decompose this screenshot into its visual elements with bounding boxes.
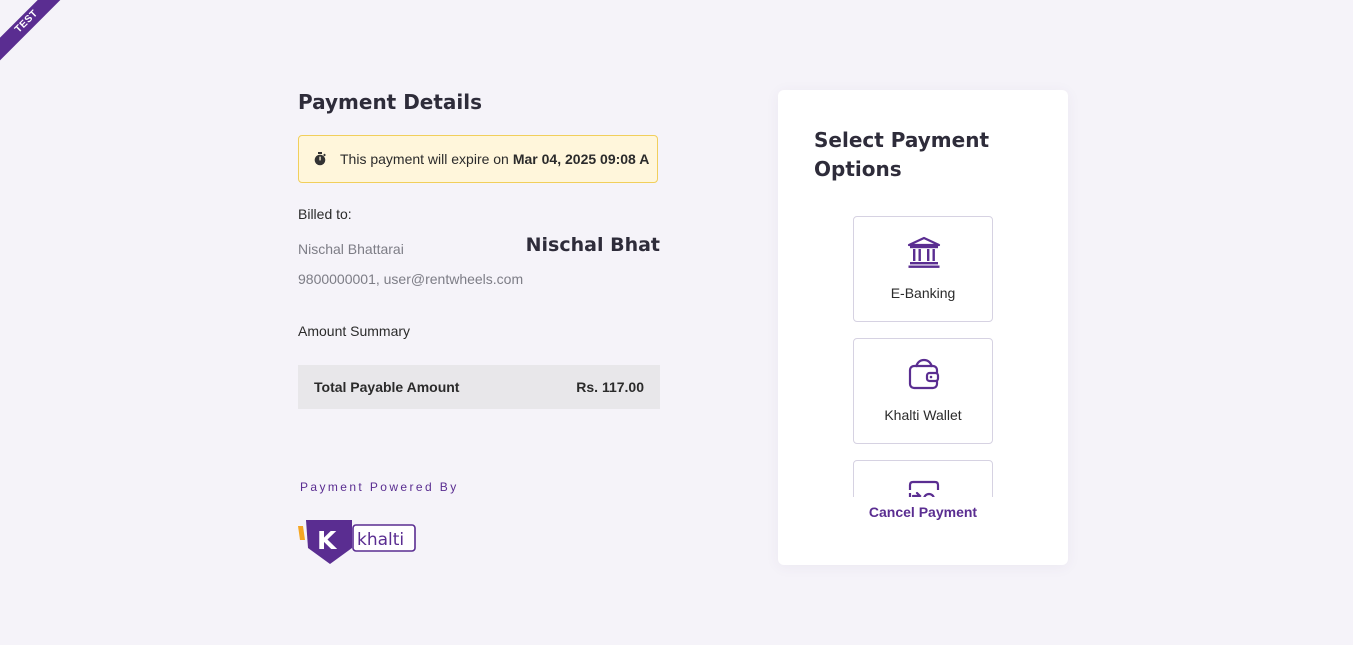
khalti-logo: K khalti — [298, 518, 418, 571]
payment-details-title: Payment Details — [298, 90, 483, 114]
payment-options-list[interactable]: E-Banking Khalti Wallet — [853, 216, 993, 497]
powered-by-label: Payment Powered By — [300, 480, 459, 494]
payment-page: TEST Payment Details This payment will e… — [0, 0, 1353, 645]
billed-to-label: Billed to: — [298, 206, 352, 222]
test-ribbon: TEST — [0, 0, 80, 80]
stopwatch-icon — [313, 152, 327, 166]
payment-options-card: Select Payment Options E-Banking Khalti … — [778, 90, 1068, 565]
test-ribbon-label: TEST — [0, 0, 72, 67]
wallet-icon — [907, 357, 941, 391]
bank-icon — [907, 235, 941, 269]
option-e-banking[interactable]: E-Banking — [853, 216, 993, 322]
billed-to-contact: 9800000001, user@rentwheels.com — [298, 271, 524, 287]
payment-details-section: Payment Details This payment will expire… — [298, 88, 660, 564]
cancel-payment-button[interactable]: Cancel Payment — [778, 504, 1068, 520]
option-e-banking-label: E-Banking — [890, 285, 956, 301]
amount-summary-label: Amount Summary — [298, 323, 411, 339]
expiry-notice: This payment will expire on Mar 04, 2025… — [298, 135, 658, 183]
svg-text:K: K — [317, 526, 338, 555]
option-khalti-wallet-label: Khalti Wallet — [884, 407, 962, 423]
billed-to-display-name: Nischal Bhat — [525, 234, 660, 256]
payment-options-title: Select Payment Options — [814, 128, 990, 181]
expiry-date: Mar 04, 2025 09:08 A — [512, 151, 650, 167]
option-card-transfer[interactable] — [853, 460, 993, 497]
card-transfer-icon — [907, 479, 941, 497]
option-khalti-wallet[interactable]: Khalti Wallet — [853, 338, 993, 444]
expiry-text: This payment will expire on — [340, 151, 509, 167]
billed-to-name: Nischal Bhattarai — [298, 241, 404, 257]
khalti-logo-text: khalti — [357, 530, 404, 550]
total-payable-value: Rs. 117.00 — [576, 379, 644, 395]
total-payable-row: Total Payable Amount Rs. 117.00 — [298, 365, 660, 409]
total-payable-label: Total Payable Amount — [314, 379, 460, 395]
